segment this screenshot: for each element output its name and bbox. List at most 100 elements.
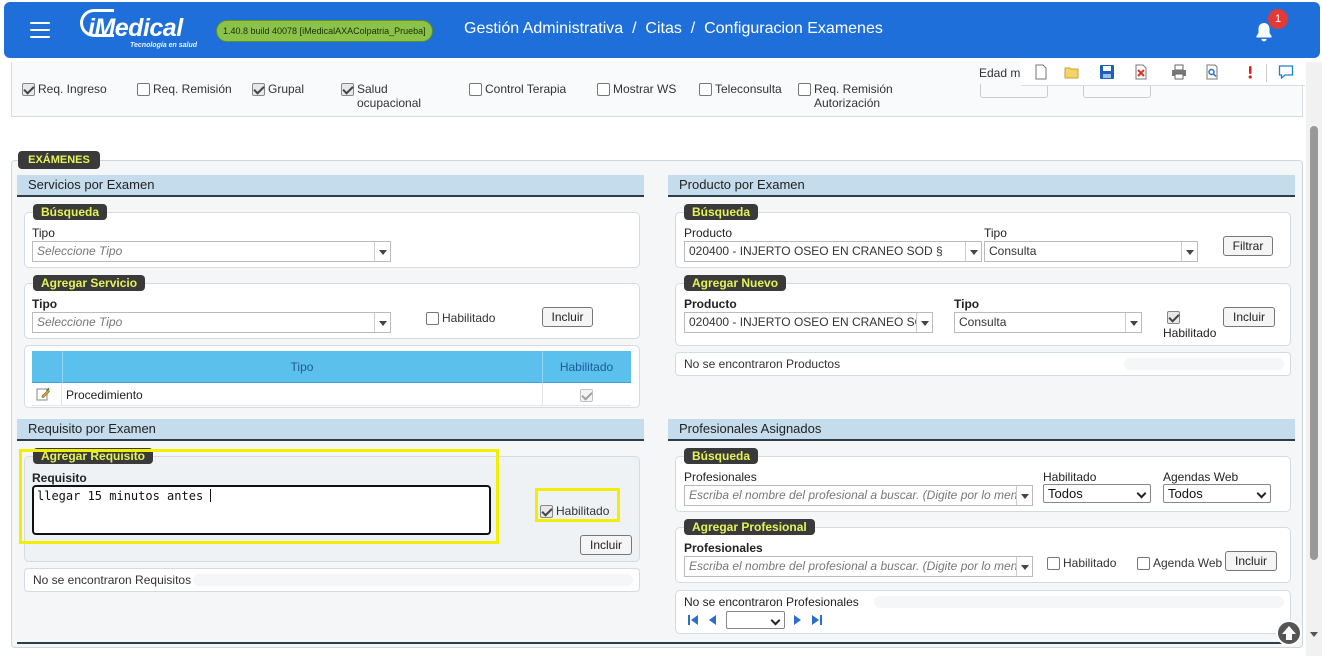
row-tipo-cell: Procedimiento bbox=[66, 388, 143, 402]
checkbox-box[interactable] bbox=[798, 83, 811, 96]
agregar-profesionales-label: Profesionales bbox=[684, 541, 763, 555]
menu-icon[interactable] bbox=[30, 22, 50, 38]
document-toolbar bbox=[1021, 60, 1305, 86]
column-divider bbox=[61, 384, 62, 406]
producto-habilitado-checkbox[interactable] bbox=[1167, 311, 1180, 324]
chevron-down-icon[interactable] bbox=[374, 242, 390, 261]
producto-incluir-button[interactable]: Incluir bbox=[1223, 307, 1275, 327]
notification-count: 1 bbox=[1268, 9, 1288, 29]
profesionales-empty-message: No se encontraron Profesionales bbox=[684, 595, 859, 609]
breadcrumb: Gestión Administrativa / Citas / Configu… bbox=[464, 20, 883, 37]
chevron-down-icon[interactable] bbox=[1016, 486, 1032, 505]
chevron-down-icon[interactable] bbox=[1016, 557, 1032, 576]
req-remision-checkbox[interactable]: Req. Remisión bbox=[137, 82, 232, 96]
req-remision-autorizacion-checkbox[interactable]: Req. Remisión Autorización bbox=[798, 82, 908, 110]
busqueda-producto-select[interactable]: 020400 - INJERTO OSEO EN CRANEO SOD § bbox=[684, 241, 982, 262]
filtrar-button[interactable]: Filtrar bbox=[1223, 236, 1273, 256]
open-folder-icon[interactable] bbox=[1064, 64, 1080, 80]
top-bar: iMedical Tecnología en salud 1.40.8 buil… bbox=[4, 2, 1320, 58]
checkbox-box[interactable] bbox=[426, 312, 439, 325]
agenda-web-checkbox[interactable]: Agenda Web bbox=[1137, 556, 1222, 570]
imedical-logo[interactable]: iMedical Tecnología en salud bbox=[78, 8, 210, 52]
column-divider bbox=[542, 384, 543, 406]
profesionales-section-header: Profesionales Asignados bbox=[668, 419, 1295, 441]
agendas-web-label: Agendas Web bbox=[1163, 470, 1239, 484]
req-ingreso-checkbox[interactable]: Req. Ingreso bbox=[22, 82, 107, 96]
checkbox-box[interactable] bbox=[699, 83, 712, 96]
scroll-to-top-button[interactable] bbox=[1276, 620, 1302, 646]
preview-icon[interactable] bbox=[1204, 64, 1220, 80]
checkbox-box[interactable] bbox=[341, 83, 354, 96]
servicio-incluir-button[interactable]: Incluir bbox=[542, 307, 593, 327]
requisitos-empty-message: No se encontraron Requisitos bbox=[24, 568, 640, 592]
table-row[interactable]: Procedimiento bbox=[32, 384, 631, 406]
producto-tipo-label: Tipo bbox=[984, 226, 1007, 240]
delete-icon[interactable] bbox=[1133, 64, 1149, 80]
arrow-up-icon bbox=[1282, 626, 1296, 640]
first-page-icon[interactable] bbox=[687, 614, 699, 626]
edit-icon[interactable] bbox=[36, 387, 50, 401]
productos-empty-message: No se encontraron Productos bbox=[675, 352, 1291, 376]
new-document-icon[interactable] bbox=[1033, 64, 1049, 80]
busqueda-tipo-select[interactable]: Seleccione Tipo bbox=[32, 241, 391, 262]
checkbox-box[interactable] bbox=[1137, 557, 1150, 570]
edad-maxima-input[interactable] bbox=[1083, 84, 1151, 98]
chevron-down-icon[interactable] bbox=[916, 313, 932, 332]
row-habilitado-checkbox bbox=[580, 389, 593, 402]
producto-habilitado-label: Habilitado bbox=[1163, 326, 1217, 340]
scrollbar-thumb[interactable] bbox=[1310, 126, 1318, 560]
profesional-incluir-button[interactable]: Incluir bbox=[1225, 551, 1277, 571]
version-badge: 1.40.8 build 40078 [iMedicalAXAColpatria… bbox=[216, 20, 433, 42]
chevron-down-icon[interactable] bbox=[965, 242, 981, 261]
agregar-tipo-select[interactable]: Seleccione Tipo bbox=[32, 312, 391, 333]
print-icon[interactable] bbox=[1171, 64, 1187, 80]
checkbox-box[interactable] bbox=[597, 83, 610, 96]
previous-page-icon[interactable] bbox=[707, 614, 719, 626]
empty-pager-bar bbox=[1124, 358, 1284, 370]
checkbox-box[interactable] bbox=[137, 83, 150, 96]
column-header-habilitado[interactable]: Habilitado bbox=[542, 360, 631, 374]
agendas-web-select[interactable]: Todos bbox=[1163, 484, 1271, 503]
requisito-incluir-button[interactable]: Incluir bbox=[580, 535, 632, 555]
producto-busqueda-legend: Búsqueda bbox=[684, 204, 759, 220]
chevron-down-icon[interactable] bbox=[1125, 313, 1141, 332]
control-terapia-checkbox[interactable]: Control Terapia bbox=[469, 82, 566, 96]
requisito-section-header: Requisito por Examen bbox=[17, 419, 644, 441]
column-header-tipo[interactable]: Tipo bbox=[62, 360, 542, 374]
salud-ocupacional-checkbox[interactable]: Salud ocupacional bbox=[341, 82, 421, 110]
busqueda-legend: Búsqueda bbox=[33, 204, 108, 220]
checkbox-box[interactable] bbox=[1047, 557, 1060, 570]
alert-icon[interactable] bbox=[1242, 64, 1258, 80]
scroll-down-arrow-icon[interactable] bbox=[1310, 632, 1318, 637]
next-page-icon[interactable] bbox=[791, 614, 803, 626]
chevron-down-icon[interactable] bbox=[1181, 242, 1197, 261]
agregar-producto-select[interactable]: 020400 - INJERTO OSEO EN CRANEO SOD § bbox=[684, 312, 933, 333]
profesional-habilitado-checkbox[interactable]: Habilitado bbox=[1047, 556, 1116, 570]
servicio-habilitado-checkbox[interactable]: Habilitado bbox=[426, 311, 495, 325]
comment-icon[interactable] bbox=[1278, 64, 1294, 80]
checkbox-box[interactable] bbox=[469, 83, 482, 96]
chevron-down-icon[interactable] bbox=[374, 313, 390, 332]
last-page-icon[interactable] bbox=[811, 614, 823, 626]
busqueda-producto-tipo-select[interactable]: Consulta bbox=[984, 241, 1198, 262]
profesionales-search-select[interactable]: Escriba el nombre del profesional a busc… bbox=[684, 485, 1033, 506]
edad-minima-label: Edad mi bbox=[979, 66, 1024, 80]
agregar-producto-label: Producto bbox=[684, 297, 737, 311]
checkbox-box[interactable] bbox=[252, 83, 265, 96]
edad-minima-input[interactable] bbox=[980, 84, 1048, 98]
brand-tagline: Tecnología en salud bbox=[130, 42, 198, 49]
page-scrollbar[interactable] bbox=[1306, 62, 1322, 656]
checkbox-box[interactable] bbox=[22, 83, 35, 96]
mostrar-ws-checkbox[interactable]: Mostrar WS bbox=[597, 82, 676, 96]
empty-pager-bar bbox=[193, 574, 633, 586]
habilitado-filter-select[interactable]: Todos bbox=[1043, 484, 1151, 503]
save-icon[interactable] bbox=[1099, 64, 1115, 80]
empty-pager-bar bbox=[874, 596, 1284, 608]
highlight-requisito bbox=[19, 449, 499, 544]
agregar-producto-tipo-select[interactable]: Consulta bbox=[954, 312, 1142, 333]
page-select[interactable] bbox=[726, 611, 785, 629]
agregar-servicio-legend: Agregar Servicio bbox=[33, 275, 146, 291]
agregar-profesional-select[interactable]: Escriba el nombre del profesional a busc… bbox=[684, 556, 1033, 577]
grupal-checkbox[interactable]: Grupal bbox=[252, 82, 304, 96]
teleconsulta-checkbox[interactable]: Teleconsulta bbox=[699, 82, 782, 96]
